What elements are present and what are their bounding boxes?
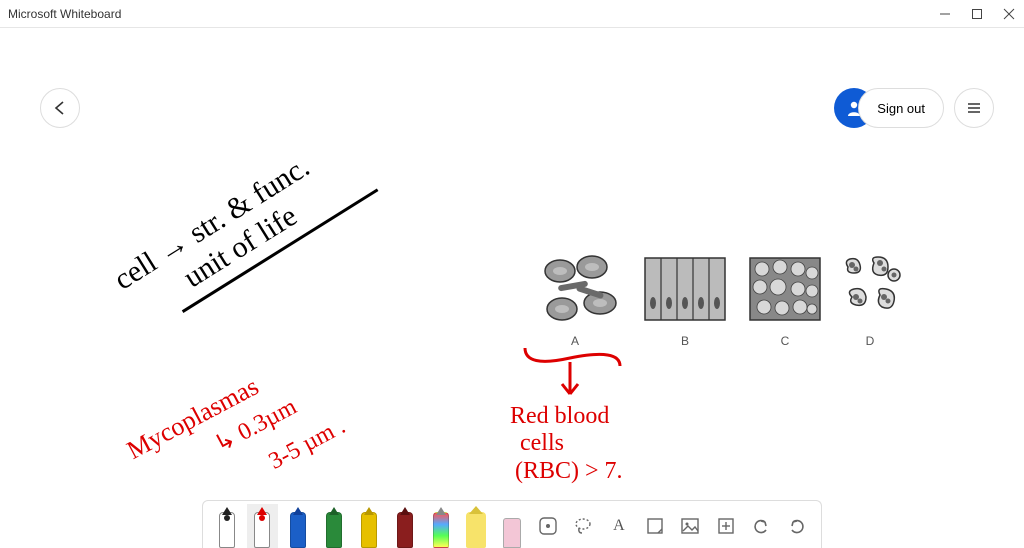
- sign-out-label: Sign out: [877, 101, 925, 116]
- minimize-button[interactable]: [938, 7, 952, 21]
- redo-tool[interactable]: [781, 504, 813, 548]
- ink-red-4: Red blood: [510, 403, 609, 429]
- lasso-icon: [572, 515, 594, 537]
- ruler-tool[interactable]: [532, 504, 564, 548]
- lasso-tool[interactable]: [567, 504, 599, 548]
- ruler-icon: [537, 515, 559, 537]
- pen-darkred[interactable]: [389, 504, 421, 548]
- image-icon: [680, 516, 700, 536]
- close-icon: [1003, 8, 1015, 20]
- window-controls: [938, 7, 1016, 21]
- window-title: Microsoft Whiteboard: [8, 7, 938, 21]
- sign-out-button[interactable]: Sign out: [858, 88, 944, 128]
- pen-black[interactable]: [211, 504, 243, 548]
- text-icon: A: [613, 517, 625, 535]
- maximize-button[interactable]: [970, 7, 984, 21]
- canvas-area[interactable]: Sign out cell → str. & func. unit of lif…: [0, 28, 1024, 548]
- add-tool[interactable]: [710, 504, 742, 548]
- pen-toolbar: A: [202, 500, 822, 548]
- undo-tool[interactable]: [746, 504, 778, 548]
- image-tool[interactable]: [674, 504, 706, 548]
- arrow-left-icon: [51, 99, 69, 117]
- note-icon: [645, 516, 665, 536]
- pen-yellow[interactable]: [354, 504, 386, 548]
- highlighter-yellow[interactable]: [460, 504, 492, 548]
- minimize-icon: [939, 8, 951, 20]
- note-tool[interactable]: [639, 504, 671, 548]
- redo-icon: [787, 516, 807, 536]
- text-tool[interactable]: A: [603, 504, 635, 548]
- ink-red-5: cells: [520, 430, 564, 456]
- pen-green[interactable]: [318, 504, 350, 548]
- pen-blue[interactable]: [282, 504, 314, 548]
- more-button[interactable]: [954, 88, 994, 128]
- undo-icon: [751, 516, 771, 536]
- maximize-icon: [971, 8, 983, 20]
- close-button[interactable]: [1002, 7, 1016, 21]
- pen-rainbow[interactable]: [425, 504, 457, 548]
- eraser-tool[interactable]: [496, 504, 528, 548]
- back-button[interactable]: [40, 88, 80, 128]
- titlebar: Microsoft Whiteboard: [0, 0, 1024, 28]
- pen-red[interactable]: [247, 504, 279, 548]
- plus-box-icon: [716, 516, 736, 536]
- diagram-label-d: D: [866, 334, 875, 348]
- diagram-label-c: C: [781, 334, 790, 348]
- ink-red-6: (RBC) > 7.: [515, 458, 623, 484]
- hamburger-icon: [965, 99, 983, 117]
- ink-red-stroke-left: Mycoplasmas ↳ 0.3µm 3-5 µm .: [90, 288, 410, 518]
- ink-red-stroke-right: Red blood cells (RBC) > 7.: [490, 338, 690, 518]
